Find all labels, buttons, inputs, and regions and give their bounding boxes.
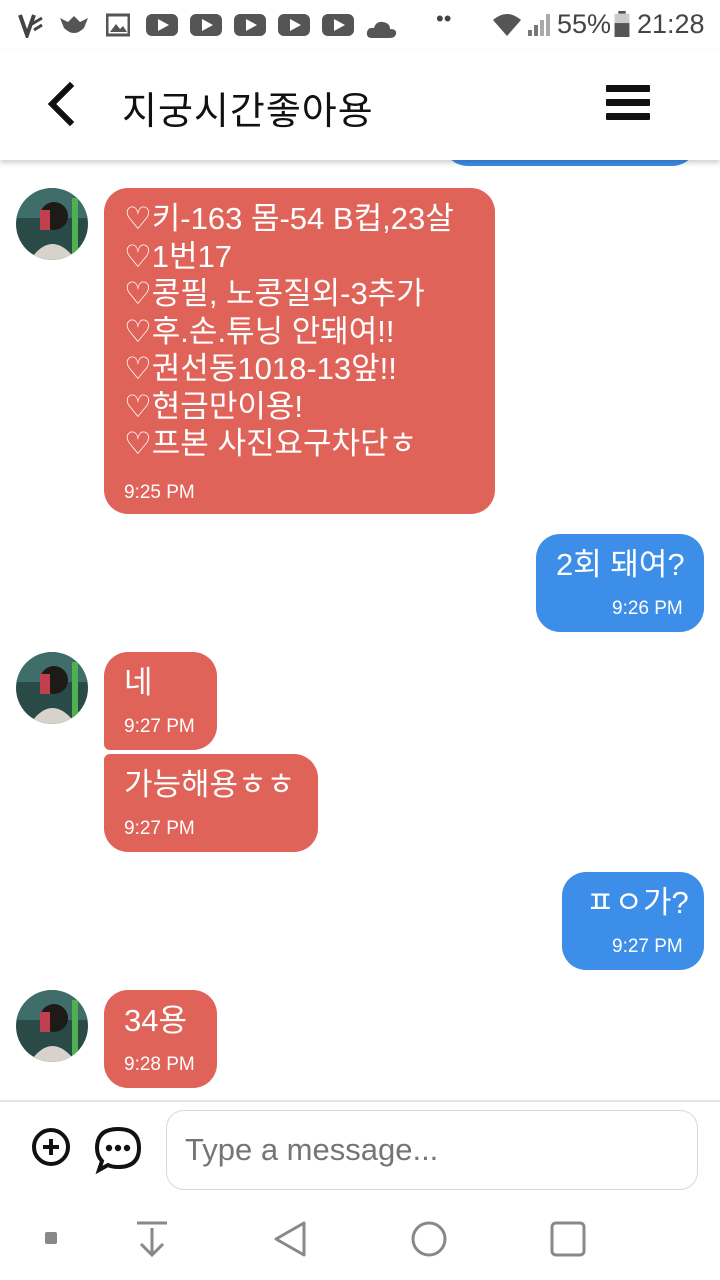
battery-icon <box>614 11 630 37</box>
clock: 21:28 <box>637 9 705 39</box>
avatar[interactable] <box>16 990 88 1062</box>
message-input[interactable] <box>166 1110 698 1190</box>
chat-bubble-icon[interactable] <box>94 1126 142 1174</box>
message-text: ㅍㅇ가? <box>586 885 689 920</box>
youtube-icon <box>322 14 354 36</box>
image-icon <box>106 13 130 37</box>
recents-square-icon[interactable] <box>550 1221 586 1257</box>
youtube-icon <box>234 14 266 36</box>
youtube-icon <box>190 14 222 36</box>
message-text: ♡키-163 몸-54 B컵,23살 ♡1번17 ♡콩필, 노콩질외-3추가 ♡… <box>124 201 454 461</box>
message-text: 34용 <box>124 1003 188 1038</box>
chevron-left-icon[interactable] <box>40 80 84 128</box>
incoming-message[interactable]: 가능해용ㅎㅎ 9:27 PM <box>104 754 318 852</box>
message-time: 9:27 PM <box>612 936 683 957</box>
hamburger-menu-icon[interactable] <box>606 85 650 121</box>
incoming-message[interactable]: 34용 9:28 PM <box>104 990 217 1088</box>
avatar[interactable] <box>16 188 88 260</box>
battery-percent: 55% <box>557 9 612 39</box>
message-text: 가능해용ㅎㅎ <box>124 767 296 802</box>
message-time: 9:25 PM <box>124 482 195 503</box>
outgoing-message[interactable]: 2회 돼여? 9:26 PM <box>536 534 704 632</box>
outgoing-message[interactable]: ㅍㅇ가? 9:27 PM <box>562 872 704 970</box>
message-time: 9:27 PM <box>124 716 195 737</box>
previous-outgoing-bubble <box>442 160 698 166</box>
message-time: 9:26 PM <box>612 598 683 619</box>
avatar[interactable] <box>16 652 88 724</box>
message-list[interactable]: ♡키-163 몸-54 B컵,23살 ♡1번17 ♡콩필, 노콩질외-3추가 ♡… <box>0 160 720 1100</box>
youtube-icon <box>278 14 310 36</box>
cloud-icon <box>366 21 397 38</box>
chat-title: 지궁시간좋아용 <box>122 91 374 133</box>
wifi-icon <box>493 14 521 36</box>
youtube-icon <box>146 14 178 36</box>
message-text: 2회 돼여? <box>556 547 685 582</box>
incoming-message[interactable]: 네 9:27 PM <box>104 652 217 750</box>
download-icon[interactable] <box>134 1220 170 1258</box>
v-app-icon <box>18 14 43 38</box>
message-time: 9:27 PM <box>124 818 195 839</box>
message-text: 네 <box>124 665 153 700</box>
message-time: 9:28 PM <box>124 1054 195 1075</box>
message-composer <box>0 1100 720 1202</box>
small-square-icon[interactable] <box>44 1231 58 1245</box>
system-navigation-bar <box>0 1200 720 1280</box>
incoming-message[interactable]: ♡키-163 몸-54 B컵,23살 ♡1번17 ♡콩필, 노콩질외-3추가 ♡… <box>104 188 495 514</box>
plus-circle-icon[interactable] <box>32 1128 70 1166</box>
home-circle-icon[interactable] <box>410 1220 448 1258</box>
signal-icon <box>528 14 550 36</box>
dots-icon: •• <box>436 6 452 31</box>
back-triangle-icon[interactable] <box>272 1220 308 1258</box>
bird-app-icon <box>60 16 88 33</box>
chat-header: 지궁시간좋아용 <box>0 50 720 160</box>
status-bar: •• 55% 21:28 <box>0 0 720 50</box>
